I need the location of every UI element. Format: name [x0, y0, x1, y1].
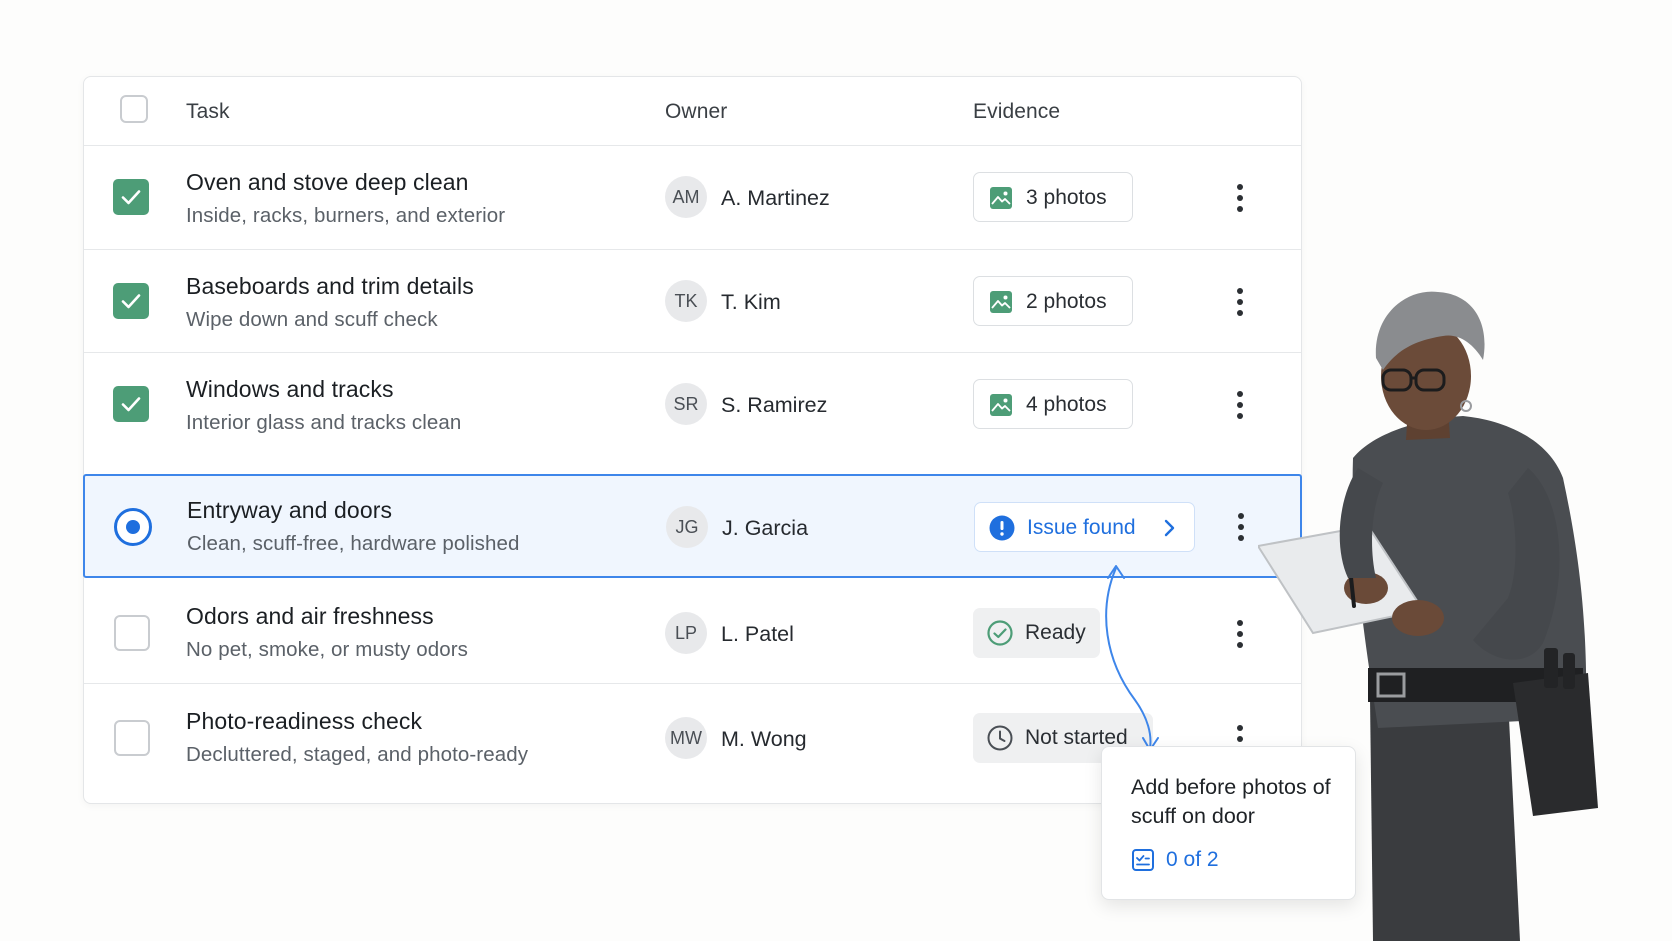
evidence-label: 4 photos [1026, 393, 1107, 416]
avatar: TK [665, 280, 707, 322]
task-title: Entryway and doors [187, 497, 393, 523]
table-header: Task Owner Evidence [84, 77, 1301, 146]
column-header-evidence[interactable]: Evidence [973, 100, 1060, 124]
row-radio-selected[interactable] [114, 508, 152, 546]
clock-icon [987, 725, 1013, 751]
owner-name: A. Martinez [721, 186, 830, 210]
ready-status[interactable]: Ready [973, 608, 1100, 658]
owner-name: T. Kim [721, 290, 781, 314]
task-subtitle: Clean, scuff-free, hardware polished [187, 532, 520, 555]
evidence-photos-button[interactable]: 3 photos [973, 172, 1133, 222]
table-row[interactable]: Oven and stove deep clean Inside, racks,… [84, 145, 1301, 250]
evidence-label: 2 photos [1026, 290, 1107, 313]
image-icon [990, 187, 1012, 209]
evidence-photos-button[interactable]: 4 photos [973, 379, 1133, 429]
checkmark-icon [121, 190, 141, 205]
checklist-icon [1132, 849, 1154, 871]
task-subtitle: Interior glass and tracks clean [186, 411, 462, 434]
row-checkbox-checked[interactable] [113, 283, 149, 319]
task-title: Odors and air freshness [186, 603, 434, 629]
avatar: MW [665, 717, 707, 759]
owner-name: J. Garcia [722, 516, 809, 540]
checkmark-icon [121, 397, 141, 412]
task-subtitle: Decluttered, staged, and photo-ready [186, 743, 529, 766]
owner-name: L. Patel [721, 622, 794, 646]
row-menu-icon[interactable] [1236, 184, 1244, 212]
column-header-owner[interactable]: Owner [665, 100, 727, 124]
task-title: Photo-readiness check [186, 708, 423, 734]
row-menu-icon[interactable] [1236, 620, 1244, 648]
column-header-task[interactable]: Task [186, 100, 230, 124]
avatar: LP [665, 612, 707, 654]
row-checkbox[interactable] [114, 615, 150, 651]
issue-found-button[interactable]: Issue found [974, 502, 1195, 552]
image-icon [990, 394, 1012, 416]
row-checkbox-checked[interactable] [113, 386, 149, 422]
table-row[interactable]: Odors and air freshness No pet, smoke, o… [84, 578, 1301, 684]
evidence-label: Issue found [1027, 516, 1136, 539]
avatar: JG [666, 506, 708, 548]
select-all-checkbox[interactable] [120, 95, 148, 123]
owner-name: S. Ramirez [721, 393, 828, 417]
task-title: Windows and tracks [186, 376, 394, 402]
alert-icon [989, 515, 1015, 541]
image-icon [990, 291, 1012, 313]
check-circle-icon [987, 620, 1013, 646]
table-row[interactable]: Baseboards and trim details Wipe down an… [84, 249, 1301, 353]
evidence-photos-button[interactable]: 2 photos [973, 276, 1133, 326]
chevron-right-icon [1164, 519, 1175, 537]
avatar: SR [665, 383, 707, 425]
table-row-selected[interactable]: Entryway and doors Clean, scuff-free, ha… [83, 474, 1302, 578]
row-menu-icon[interactable] [1236, 391, 1244, 419]
inspector-person-illustration [1258, 291, 1598, 941]
owner-name: M. Wong [721, 727, 807, 751]
checkmark-icon [121, 294, 141, 309]
tooltip-count: 0 of 2 [1166, 848, 1219, 871]
row-menu-icon[interactable] [1236, 288, 1244, 316]
task-subtitle: Wipe down and scuff check [186, 308, 438, 331]
row-menu-icon[interactable] [1237, 513, 1245, 541]
evidence-label: 3 photos [1026, 186, 1107, 209]
table-row[interactable]: Windows and tracks Interior glass and tr… [84, 352, 1301, 454]
task-table: Task Owner Evidence Oven and stove deep … [83, 76, 1302, 804]
task-title: Baseboards and trim details [186, 273, 474, 299]
task-subtitle: No pet, smoke, or musty odors [186, 638, 469, 661]
task-subtitle: Inside, racks, burners, and exterior [186, 204, 506, 227]
avatar: AM [665, 176, 707, 218]
row-checkbox[interactable] [114, 720, 150, 756]
evidence-label: Ready [1025, 621, 1086, 644]
task-title: Oven and stove deep clean [186, 169, 469, 195]
row-checkbox-checked[interactable] [113, 179, 149, 215]
